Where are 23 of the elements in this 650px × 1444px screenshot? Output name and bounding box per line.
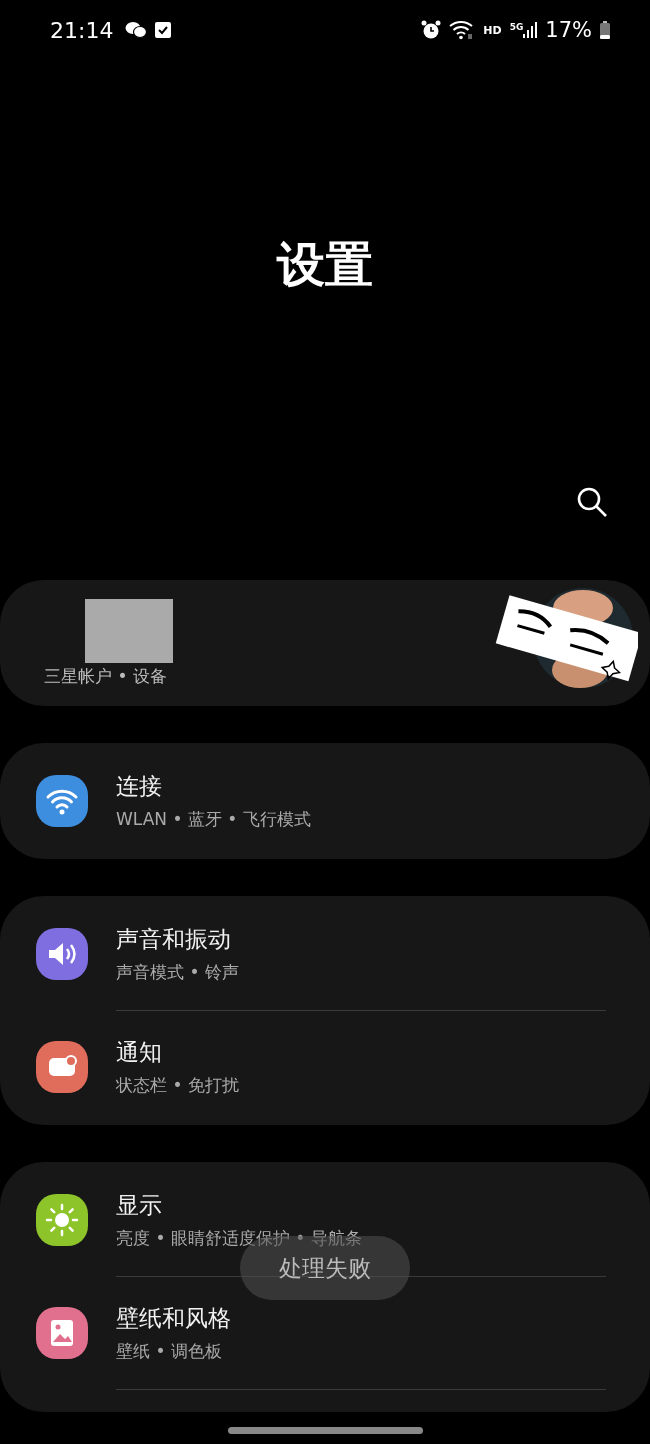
search-icon[interactable] (576, 486, 608, 518)
alarm-icon (421, 20, 442, 40)
status-time: 21:14 (50, 17, 114, 43)
setting-subtitle: 声音模式 • 铃声 (116, 961, 239, 984)
network-label: 5G (509, 22, 524, 32)
setting-title[interactable]: 壁纸和风格 (116, 1303, 231, 1334)
checkbox-icon (155, 21, 172, 39)
battery-icon (600, 21, 610, 39)
setting-title[interactable]: 连接 (116, 771, 311, 802)
setting-subtitle: WLAN • 蓝牙 • 飞行模式 (116, 808, 311, 831)
setting-title[interactable]: 通知 (116, 1037, 239, 1068)
chat-icon (125, 21, 148, 39)
battery-percent: 17% (545, 18, 592, 42)
hd-label: HD (483, 23, 502, 37)
account-card[interactable]: 三星帐户 • 设备 (0, 580, 650, 706)
setting-title[interactable]: 声音和振动 (116, 924, 239, 955)
account-subtitle: 三星帐户 • 设备 (44, 664, 167, 688)
setting-subtitle: 壁纸 • 调色板 (116, 1340, 223, 1363)
page-title: 设置 (277, 235, 373, 294)
setting-title[interactable]: 显示 (116, 1190, 362, 1221)
signal-icon (523, 22, 538, 38)
setting-subtitle: 状态栏 • 免打扰 (116, 1074, 239, 1097)
setting-subtitle: 亮度 • 眼睛舒适度保护 • 导航条 (116, 1227, 362, 1250)
